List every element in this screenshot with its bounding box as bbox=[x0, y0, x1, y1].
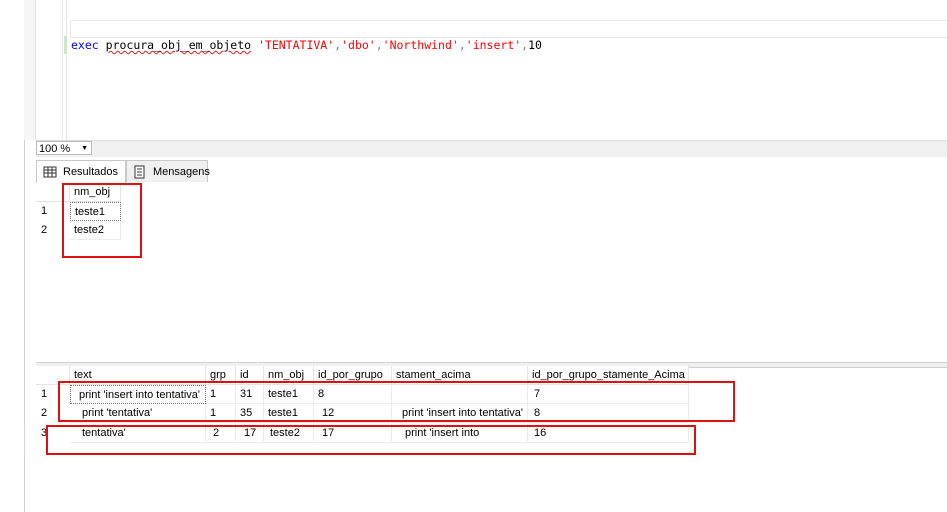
current-line-highlight bbox=[70, 20, 947, 38]
zoom-bar: 100 % ▼ bbox=[36, 140, 947, 158]
editor-margin bbox=[62, 0, 63, 140]
chevron-down-icon: ▼ bbox=[81, 145, 88, 152]
zoom-value: 100 % bbox=[39, 143, 71, 155]
code-line[interactable]: exec procura_obj_em_objeto 'TENTATIVA','… bbox=[71, 37, 542, 53]
tab-label: Resultados bbox=[63, 166, 119, 178]
results-pane bbox=[36, 183, 947, 512]
code-arg-number: 10 bbox=[528, 38, 542, 52]
highlight-box bbox=[62, 183, 142, 258]
zoom-dropdown[interactable]: 100 % ▼ bbox=[36, 141, 92, 155]
editor-gutter bbox=[24, 0, 36, 140]
tab-label: Mensagens bbox=[153, 166, 210, 178]
code-arg: 'insert' bbox=[465, 38, 522, 52]
code-arg: 'Northwind' bbox=[382, 38, 459, 52]
highlight-box bbox=[58, 381, 735, 422]
change-indicator bbox=[64, 36, 67, 54]
left-gutter bbox=[0, 0, 25, 512]
messages-icon bbox=[134, 165, 145, 179]
results-tab-strip: Resultados Mensagens bbox=[36, 157, 947, 184]
highlight-box bbox=[46, 425, 696, 455]
code-procedure-name: procura_obj_em_objeto bbox=[105, 38, 252, 52]
grid-icon bbox=[43, 166, 57, 178]
code-keyword: exec bbox=[71, 38, 99, 52]
code-arg: 'dbo' bbox=[341, 38, 376, 52]
tab-mensagens[interactable]: Mensagens bbox=[126, 160, 210, 182]
tab-resultados[interactable]: Resultados bbox=[36, 160, 126, 184]
code-arg: 'TENTATIVA' bbox=[257, 38, 335, 52]
editor-margin bbox=[66, 0, 67, 140]
